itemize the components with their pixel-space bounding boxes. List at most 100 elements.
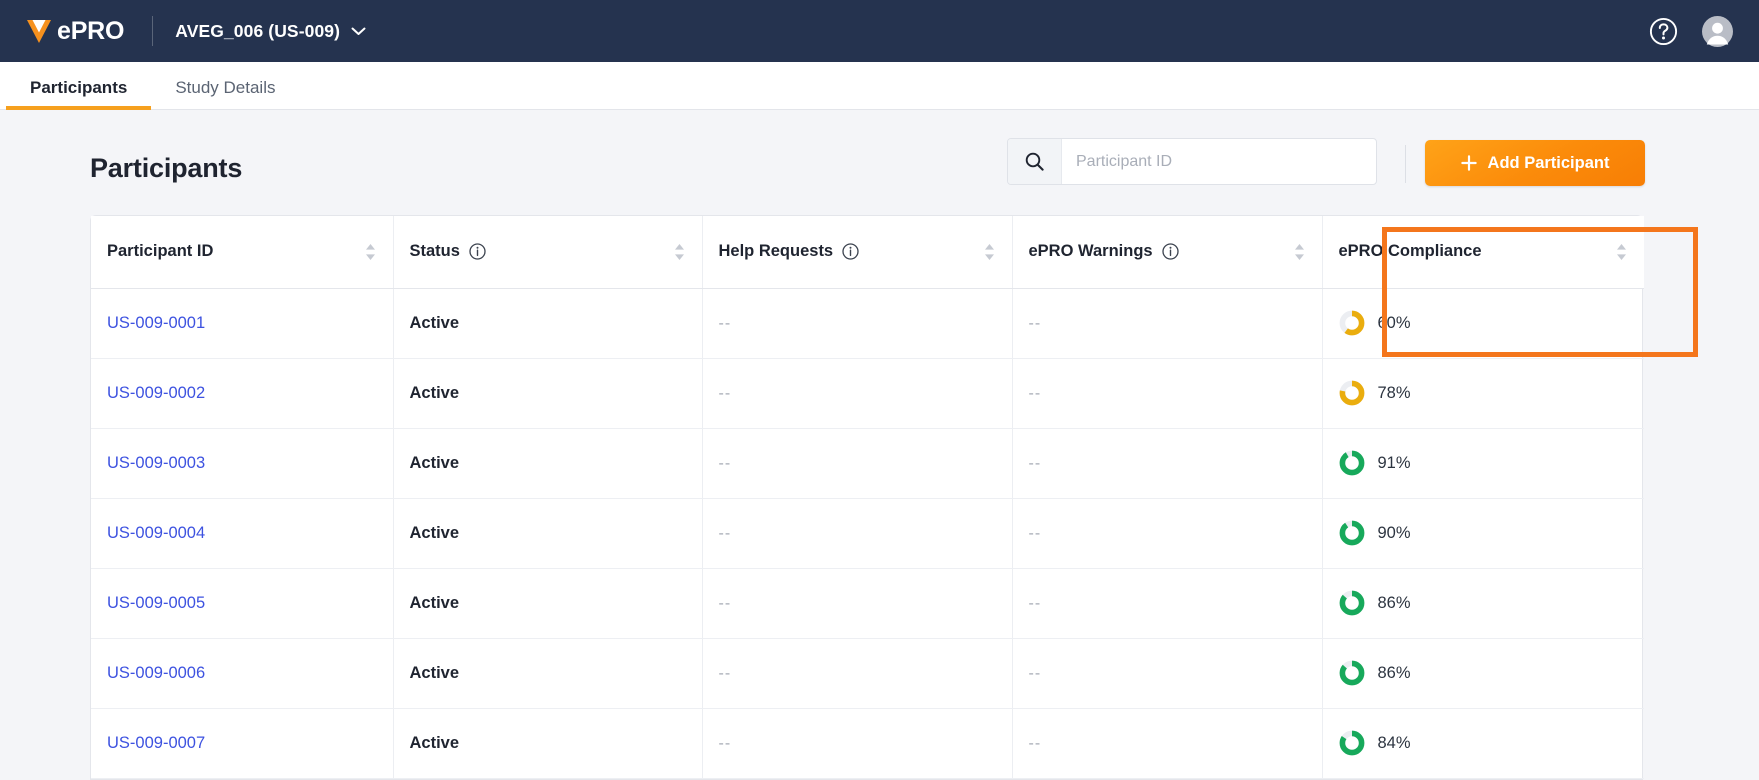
table-row: US-009-0005Active----86%: [91, 568, 1644, 638]
compliance-indicator: 86%: [1339, 639, 1629, 708]
study-name-label: AVEG_006 (US-009): [175, 21, 340, 42]
cell-epro-compliance: 86%: [1322, 568, 1644, 638]
compliance-percent-label: 86%: [1378, 664, 1411, 683]
brand-name: ePRO: [57, 19, 124, 44]
table-body: US-009-0001Active----60%US-009-0002Activ…: [91, 288, 1644, 778]
column-label: ePRO Warnings: [1029, 242, 1153, 261]
column-label: Help Requests: [719, 242, 834, 261]
cell-participant-id: US-009-0007: [91, 708, 393, 778]
compliance-percent-label: 86%: [1378, 594, 1411, 613]
empty-value: --: [719, 665, 732, 682]
cell-epro-compliance: 60%: [1322, 288, 1644, 358]
cell-participant-id: US-009-0001: [91, 288, 393, 358]
cell-status: Active: [393, 568, 702, 638]
compliance-donut-icon: [1339, 380, 1365, 406]
compliance-donut-icon: [1339, 660, 1365, 686]
column-label: Participant ID: [107, 242, 213, 261]
participant-id-link[interactable]: US-009-0006: [107, 664, 205, 682]
table-header-row: Participant ID Status: [91, 216, 1644, 288]
compliance-indicator: 90%: [1339, 499, 1629, 568]
compliance-percent-label: 84%: [1378, 734, 1411, 753]
study-selector-dropdown[interactable]: AVEG_006 (US-009): [175, 21, 366, 42]
help-circle-icon[interactable]: [1649, 17, 1678, 46]
user-avatar-icon[interactable]: [1702, 16, 1733, 47]
cell-epro-compliance: 91%: [1322, 428, 1644, 498]
cell-epro-warnings: --: [1012, 288, 1322, 358]
compliance-percent-label: 78%: [1378, 384, 1411, 403]
cell-participant-id: US-009-0006: [91, 638, 393, 708]
table-row: US-009-0003Active----91%: [91, 428, 1644, 498]
empty-value: --: [719, 455, 732, 472]
cell-epro-warnings: --: [1012, 568, 1322, 638]
search-input[interactable]: [1062, 139, 1376, 184]
compliance-percent-label: 60%: [1378, 314, 1411, 333]
cell-help-requests: --: [702, 708, 1012, 778]
cell-status: Active: [393, 708, 702, 778]
compliance-donut-icon: [1339, 520, 1365, 546]
column-header-participant-id[interactable]: Participant ID: [91, 216, 393, 288]
cell-epro-warnings: --: [1012, 358, 1322, 428]
empty-value: --: [719, 385, 732, 402]
participant-id-link[interactable]: US-009-0002: [107, 384, 205, 402]
empty-value: --: [1029, 315, 1042, 332]
cell-epro-warnings: --: [1012, 708, 1322, 778]
empty-value: --: [1029, 595, 1042, 612]
compliance-donut-icon: [1339, 450, 1365, 476]
sort-arrows-icon[interactable]: [1293, 243, 1306, 261]
participant-id-link[interactable]: US-009-0001: [107, 314, 205, 332]
participant-search[interactable]: [1007, 138, 1377, 185]
sort-arrows-icon[interactable]: [364, 243, 377, 261]
table-row: US-009-0001 Active -- -- 60%: [91, 288, 1644, 358]
sort-arrows-icon[interactable]: [983, 243, 996, 261]
info-circle-icon[interactable]: [842, 243, 859, 260]
table-header: Participant ID Status: [91, 216, 1644, 288]
empty-value: --: [719, 525, 732, 542]
tab-participants[interactable]: Participants: [6, 79, 151, 109]
cell-epro-compliance: 84%: [1322, 708, 1644, 778]
compliance-percent-label: 90%: [1378, 524, 1411, 543]
table-row: US-009-0006Active----86%: [91, 638, 1644, 708]
column-header-help-requests[interactable]: Help Requests: [702, 216, 1012, 288]
add-participant-button[interactable]: Add Participant: [1425, 140, 1645, 186]
compliance-indicator: 60%: [1339, 289, 1629, 358]
add-participant-label: Add Participant: [1488, 154, 1610, 173]
page-content: Participants Add Participant: [0, 111, 1759, 749]
column-header-epro-compliance[interactable]: ePRO Compliance: [1322, 216, 1644, 288]
empty-value: --: [1029, 455, 1042, 472]
empty-value: --: [719, 315, 732, 332]
page-title: Participants: [90, 153, 242, 184]
cell-help-requests: --: [702, 568, 1012, 638]
info-circle-icon[interactable]: [1162, 243, 1179, 260]
cell-status: Active: [393, 358, 702, 428]
column-header-epro-warnings[interactable]: ePRO Warnings: [1012, 216, 1322, 288]
compliance-percent-label: 91%: [1378, 454, 1411, 473]
table-row: US-009-0007Active----84%: [91, 708, 1644, 778]
participants-table: Participant ID Status: [91, 216, 1644, 779]
empty-value: --: [1029, 385, 1042, 402]
cell-status: Active: [393, 638, 702, 708]
column-label: ePRO Compliance: [1339, 242, 1482, 261]
brand-logo: ePRO: [22, 14, 124, 48]
cell-participant-id: US-009-0004: [91, 498, 393, 568]
info-circle-icon[interactable]: [469, 243, 486, 260]
cell-help-requests: --: [702, 288, 1012, 358]
cell-participant-id: US-009-0005: [91, 568, 393, 638]
primary-tab-bar: Participants Study Details: [0, 62, 1759, 110]
cell-help-requests: --: [702, 498, 1012, 568]
sort-arrows-icon[interactable]: [673, 243, 686, 261]
table-row: US-009-0004Active----90%: [91, 498, 1644, 568]
cell-status: Active: [393, 288, 702, 358]
sort-arrows-icon[interactable]: [1615, 243, 1628, 261]
vivid-v-logo-icon: [22, 14, 56, 48]
tab-study-details[interactable]: Study Details: [151, 79, 299, 109]
cell-participant-id: US-009-0002: [91, 358, 393, 428]
column-header-status[interactable]: Status: [393, 216, 702, 288]
participant-id-link[interactable]: US-009-0005: [107, 594, 205, 612]
topbar-actions: [1649, 16, 1733, 47]
compliance-indicator: 78%: [1339, 359, 1629, 428]
plus-icon: [1461, 155, 1477, 171]
cell-epro-compliance: 86%: [1322, 638, 1644, 708]
participant-id-link[interactable]: US-009-0004: [107, 524, 205, 542]
participant-id-link[interactable]: US-009-0003: [107, 454, 205, 472]
search-icon-container: [1008, 139, 1062, 184]
